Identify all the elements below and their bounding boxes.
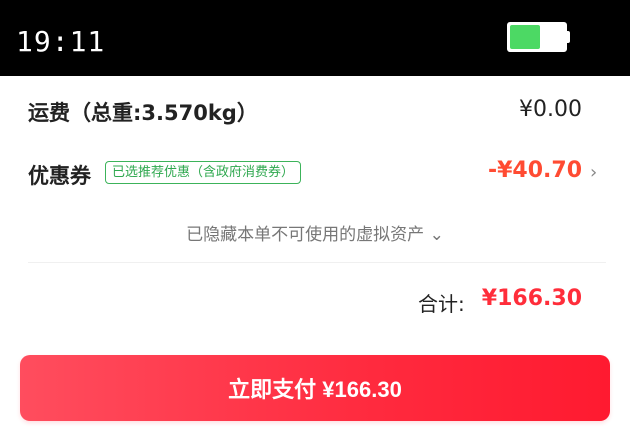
coupon-discount-value[interactable]: -¥40.70 <box>488 158 582 183</box>
total-label: 合计: <box>418 292 465 316</box>
total-value: ¥166.30 <box>481 286 582 311</box>
battery-level-fill <box>510 25 540 49</box>
hidden-assets-text: 已隐藏本单不可使用的虚拟资产 <box>186 225 425 245</box>
shipping-value: ¥0.00 <box>519 97 582 122</box>
status-time: 19:11 <box>16 25 106 58</box>
battery-icon <box>507 22 567 52</box>
chevron-down-icon: ⌄ <box>429 225 444 245</box>
hidden-assets-toggle[interactable]: 已隐藏本单不可使用的虚拟资产 ⌄ <box>0 220 630 245</box>
coupon-tag[interactable]: 已选推荐优惠（含政府消费券） <box>105 161 302 184</box>
divider <box>28 262 606 263</box>
battery-tip-icon <box>567 31 570 43</box>
pay-now-button[interactable]: 立即支付 ¥166.30 <box>20 355 610 421</box>
shipping-label: 运费（总重:3.570kg） <box>28 101 258 125</box>
pay-now-label: 立即支付 ¥166.30 <box>228 377 402 402</box>
chevron-right-icon[interactable]: › <box>590 162 597 183</box>
coupon-label: 优惠券 <box>28 164 91 188</box>
